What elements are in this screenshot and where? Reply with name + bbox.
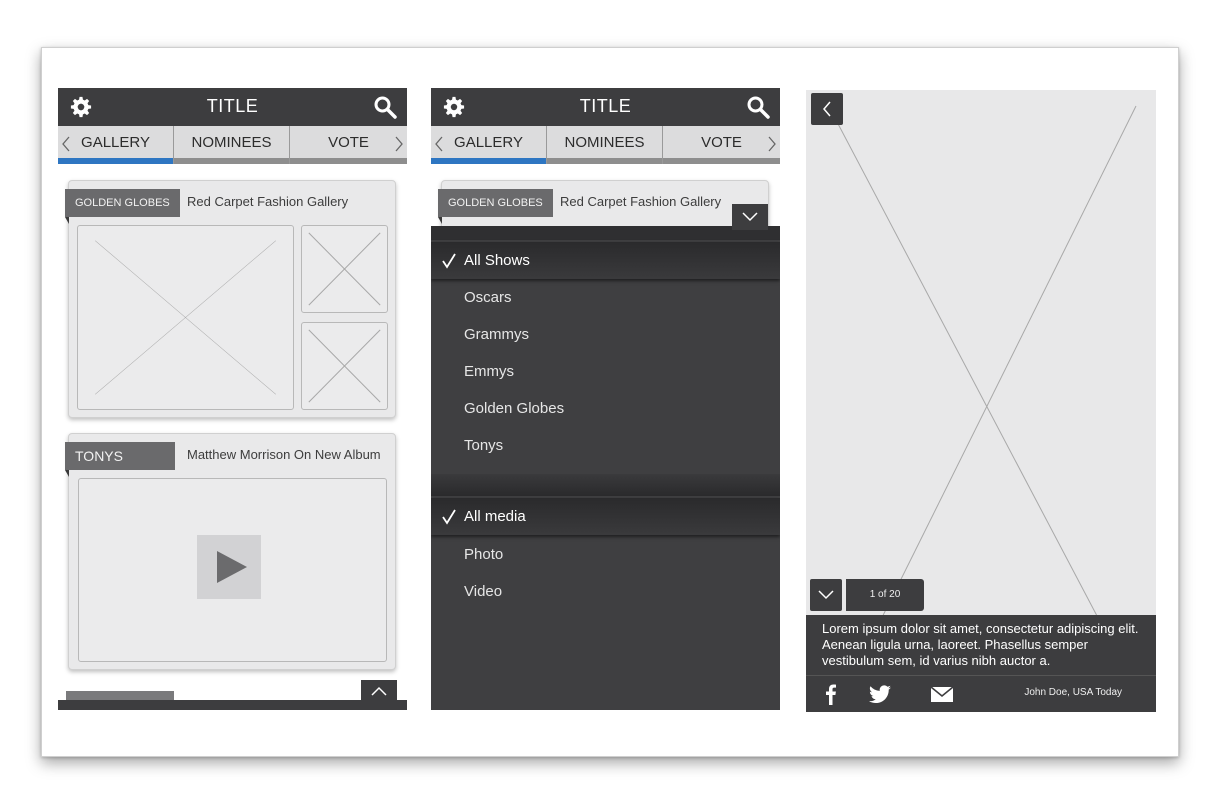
page-title: TITLE (579, 96, 632, 116)
top-bar: TITLE (431, 88, 780, 126)
chevron-down-icon (742, 212, 758, 222)
card-title: Matthew Morrison On New Album (187, 447, 381, 462)
twitter-icon[interactable] (868, 683, 892, 705)
chevron-left-icon (823, 101, 831, 117)
chevron-left-icon[interactable] (61, 136, 71, 152)
filter-option-show[interactable]: Grammys (431, 316, 780, 353)
email-icon[interactable] (930, 683, 954, 705)
filter-option-media[interactable]: Video (431, 573, 780, 610)
chevron-left-icon[interactable] (434, 136, 444, 152)
search-icon[interactable] (373, 95, 397, 119)
tab-gallery[interactable]: GALLERY (431, 126, 547, 164)
chevron-up-icon (371, 686, 387, 696)
tab-label: GALLERY (81, 134, 150, 151)
photo-credit: John Doe, USA Today (1024, 687, 1122, 698)
dropdown-divider (431, 474, 780, 496)
chevron-right-icon[interactable] (394, 136, 404, 152)
filter-option-all-shows[interactable]: All Shows (431, 242, 780, 279)
video-placeholder[interactable] (78, 478, 387, 662)
filter-dropdown: All Shows Oscars Grammys Emmys Golden Gl… (431, 226, 780, 710)
tab-label: GALLERY (454, 134, 523, 151)
checkmark-icon (442, 253, 456, 269)
filter-option-show[interactable]: Tonys (431, 427, 780, 464)
play-icon[interactable] (197, 535, 261, 599)
filter-option-media[interactable]: Photo (431, 536, 780, 573)
checkmark-icon (442, 509, 456, 525)
video-card[interactable]: TONYS Matthew Morrison On New Album (65, 433, 396, 670)
category-badge: TONYS (65, 442, 175, 477)
top-bar: TITLE (58, 88, 407, 126)
share-bar: John Doe, USA Today (806, 675, 1156, 712)
filter-option-show[interactable]: Golden Globes (431, 390, 780, 427)
image-placeholder-large[interactable] (77, 225, 294, 410)
collapse-caption-button[interactable] (810, 579, 842, 611)
photo-pager: 1 of 20 (810, 579, 924, 611)
image-placeholder-small[interactable] (301, 225, 388, 313)
facebook-icon[interactable] (820, 683, 844, 705)
tab-vote[interactable]: VOTE (663, 126, 780, 164)
tab-gallery[interactable]: GALLERY (58, 126, 174, 164)
photo-caption: Lorem ipsum dolor sit amet, consectetur … (806, 615, 1156, 675)
page-counter: 1 of 20 (846, 579, 924, 611)
tab-vote[interactable]: VOTE (290, 126, 407, 164)
tab-label: VOTE (701, 134, 742, 151)
image-placeholder-small[interactable] (301, 322, 388, 410)
search-icon[interactable] (746, 95, 770, 119)
filter-toggle-button[interactable] (732, 204, 768, 230)
filter-option-show[interactable]: Emmys (431, 353, 780, 390)
tab-nominees[interactable]: NOMINEES (174, 126, 290, 164)
page-title: TITLE (206, 96, 259, 116)
tab-nominees[interactable]: NOMINEES (547, 126, 663, 164)
filter-option-all-media[interactable]: All media (431, 498, 780, 535)
chevron-down-icon (818, 590, 834, 600)
category-badge: GOLDEN GLOBES (65, 189, 180, 224)
filter-option-show[interactable]: Oscars (431, 279, 780, 316)
photo-viewer: 1 of 20 Lorem ipsum dolor sit amet, cons… (806, 90, 1156, 712)
card-title: Red Carpet Fashion Gallery (187, 194, 349, 209)
tab-bar: GALLERY NOMINEES VOTE (58, 126, 407, 164)
filter-screen: TITLE GALLERY NOMINEES VOTE GOLDEN GLOBE… (431, 88, 780, 710)
tab-label: NOMINEES (191, 134, 272, 151)
tab-label: NOMINEES (564, 134, 645, 151)
bottom-bar (58, 700, 407, 710)
back-button[interactable] (811, 93, 843, 125)
gallery-card[interactable]: GOLDEN GLOBES Red Carpet Fashion Gallery (65, 180, 396, 418)
chevron-right-icon[interactable] (767, 136, 777, 152)
category-badge: GOLDEN GLOBES (438, 189, 553, 224)
tab-label: VOTE (328, 134, 369, 151)
card-title: Red Carpet Fashion Gallery (560, 194, 722, 209)
tab-bar: GALLERY NOMINEES VOTE (431, 126, 780, 164)
feed-screen: TITLE GALLERY NOMINEES VOTE GOLDEN GLOBE… (58, 88, 407, 710)
